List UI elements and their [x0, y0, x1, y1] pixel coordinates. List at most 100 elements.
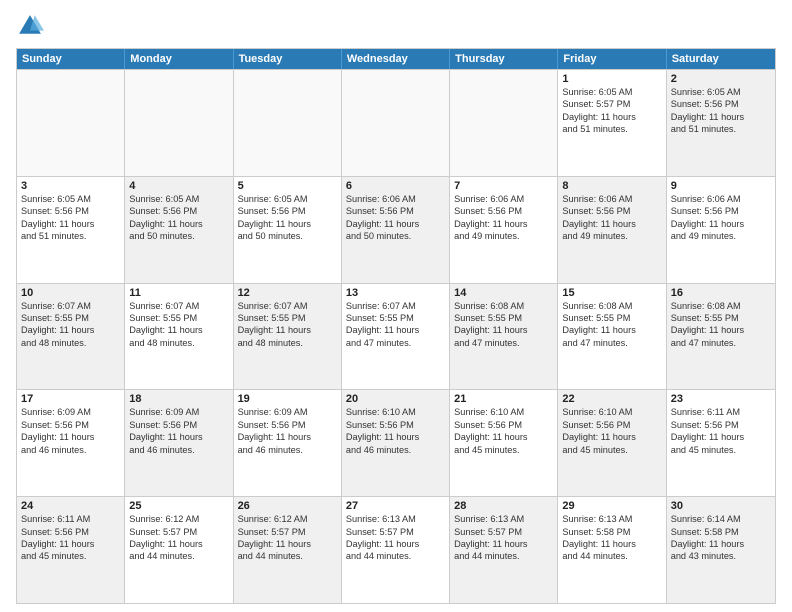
day-info: Sunrise: 6:10 AM Sunset: 5:56 PM Dayligh… — [454, 406, 553, 456]
day-info: Sunrise: 6:05 AM Sunset: 5:56 PM Dayligh… — [21, 193, 120, 243]
calendar-cell: 9Sunrise: 6:06 AM Sunset: 5:56 PM Daylig… — [667, 177, 775, 283]
day-number: 16 — [671, 287, 771, 299]
day-number: 23 — [671, 393, 771, 405]
day-number: 27 — [346, 500, 445, 512]
calendar-cell: 10Sunrise: 6:07 AM Sunset: 5:55 PM Dayli… — [17, 284, 125, 390]
day-info: Sunrise: 6:08 AM Sunset: 5:55 PM Dayligh… — [671, 300, 771, 350]
day-number: 12 — [238, 287, 337, 299]
day-number: 6 — [346, 180, 445, 192]
day-info: Sunrise: 6:08 AM Sunset: 5:55 PM Dayligh… — [562, 300, 661, 350]
day-info: Sunrise: 6:05 AM Sunset: 5:56 PM Dayligh… — [129, 193, 228, 243]
calendar-cell: 19Sunrise: 6:09 AM Sunset: 5:56 PM Dayli… — [234, 390, 342, 496]
calendar-cell: 3Sunrise: 6:05 AM Sunset: 5:56 PM Daylig… — [17, 177, 125, 283]
day-number: 25 — [129, 500, 228, 512]
day-info: Sunrise: 6:12 AM Sunset: 5:57 PM Dayligh… — [238, 513, 337, 563]
calendar-header-cell: Wednesday — [342, 49, 450, 69]
day-info: Sunrise: 6:10 AM Sunset: 5:56 PM Dayligh… — [346, 406, 445, 456]
calendar-header-cell: Monday — [125, 49, 233, 69]
day-info: Sunrise: 6:12 AM Sunset: 5:57 PM Dayligh… — [129, 513, 228, 563]
day-info: Sunrise: 6:09 AM Sunset: 5:56 PM Dayligh… — [21, 406, 120, 456]
logo-icon — [16, 12, 44, 40]
calendar-row: 10Sunrise: 6:07 AM Sunset: 5:55 PM Dayli… — [17, 283, 775, 390]
calendar-cell: 22Sunrise: 6:10 AM Sunset: 5:56 PM Dayli… — [558, 390, 666, 496]
calendar-cell — [450, 70, 558, 176]
logo — [16, 12, 48, 40]
calendar: SundayMondayTuesdayWednesdayThursdayFrid… — [16, 48, 776, 604]
calendar-cell: 25Sunrise: 6:12 AM Sunset: 5:57 PM Dayli… — [125, 497, 233, 603]
calendar-cell: 15Sunrise: 6:08 AM Sunset: 5:55 PM Dayli… — [558, 284, 666, 390]
day-number: 3 — [21, 180, 120, 192]
calendar-cell: 5Sunrise: 6:05 AM Sunset: 5:56 PM Daylig… — [234, 177, 342, 283]
day-number: 11 — [129, 287, 228, 299]
day-number: 30 — [671, 500, 771, 512]
day-info: Sunrise: 6:14 AM Sunset: 5:58 PM Dayligh… — [671, 513, 771, 563]
day-number: 5 — [238, 180, 337, 192]
calendar-cell: 1Sunrise: 6:05 AM Sunset: 5:57 PM Daylig… — [558, 70, 666, 176]
day-info: Sunrise: 6:13 AM Sunset: 5:57 PM Dayligh… — [454, 513, 553, 563]
day-number: 9 — [671, 180, 771, 192]
day-number: 20 — [346, 393, 445, 405]
calendar-header-row: SundayMondayTuesdayWednesdayThursdayFrid… — [17, 49, 775, 69]
calendar-cell: 7Sunrise: 6:06 AM Sunset: 5:56 PM Daylig… — [450, 177, 558, 283]
day-info: Sunrise: 6:06 AM Sunset: 5:56 PM Dayligh… — [346, 193, 445, 243]
calendar-cell: 14Sunrise: 6:08 AM Sunset: 5:55 PM Dayli… — [450, 284, 558, 390]
calendar-cell: 17Sunrise: 6:09 AM Sunset: 5:56 PM Dayli… — [17, 390, 125, 496]
day-number: 4 — [129, 180, 228, 192]
calendar-cell: 24Sunrise: 6:11 AM Sunset: 5:56 PM Dayli… — [17, 497, 125, 603]
day-info: Sunrise: 6:11 AM Sunset: 5:56 PM Dayligh… — [671, 406, 771, 456]
day-number: 13 — [346, 287, 445, 299]
day-number: 28 — [454, 500, 553, 512]
day-info: Sunrise: 6:08 AM Sunset: 5:55 PM Dayligh… — [454, 300, 553, 350]
calendar-cell: 30Sunrise: 6:14 AM Sunset: 5:58 PM Dayli… — [667, 497, 775, 603]
day-number: 15 — [562, 287, 661, 299]
calendar-header-cell: Tuesday — [234, 49, 342, 69]
day-info: Sunrise: 6:07 AM Sunset: 5:55 PM Dayligh… — [21, 300, 120, 350]
calendar-header-cell: Sunday — [17, 49, 125, 69]
day-number: 24 — [21, 500, 120, 512]
day-info: Sunrise: 6:06 AM Sunset: 5:56 PM Dayligh… — [454, 193, 553, 243]
day-number: 1 — [562, 73, 661, 85]
day-number: 8 — [562, 180, 661, 192]
calendar-cell — [342, 70, 450, 176]
header — [16, 12, 776, 40]
calendar-cell — [234, 70, 342, 176]
day-info: Sunrise: 6:05 AM Sunset: 5:57 PM Dayligh… — [562, 86, 661, 136]
day-number: 10 — [21, 287, 120, 299]
day-number: 29 — [562, 500, 661, 512]
calendar-cell: 13Sunrise: 6:07 AM Sunset: 5:55 PM Dayli… — [342, 284, 450, 390]
day-number: 2 — [671, 73, 771, 85]
calendar-row: 24Sunrise: 6:11 AM Sunset: 5:56 PM Dayli… — [17, 496, 775, 603]
day-number: 7 — [454, 180, 553, 192]
calendar-row: 1Sunrise: 6:05 AM Sunset: 5:57 PM Daylig… — [17, 69, 775, 176]
day-info: Sunrise: 6:13 AM Sunset: 5:58 PM Dayligh… — [562, 513, 661, 563]
day-info: Sunrise: 6:09 AM Sunset: 5:56 PM Dayligh… — [238, 406, 337, 456]
day-info: Sunrise: 6:07 AM Sunset: 5:55 PM Dayligh… — [129, 300, 228, 350]
calendar-header-cell: Saturday — [667, 49, 775, 69]
calendar-header-cell: Friday — [558, 49, 666, 69]
day-info: Sunrise: 6:09 AM Sunset: 5:56 PM Dayligh… — [129, 406, 228, 456]
calendar-cell: 18Sunrise: 6:09 AM Sunset: 5:56 PM Dayli… — [125, 390, 233, 496]
calendar-row: 3Sunrise: 6:05 AM Sunset: 5:56 PM Daylig… — [17, 176, 775, 283]
calendar-cell — [17, 70, 125, 176]
day-info: Sunrise: 6:05 AM Sunset: 5:56 PM Dayligh… — [671, 86, 771, 136]
calendar-cell: 6Sunrise: 6:06 AM Sunset: 5:56 PM Daylig… — [342, 177, 450, 283]
day-info: Sunrise: 6:10 AM Sunset: 5:56 PM Dayligh… — [562, 406, 661, 456]
calendar-cell: 8Sunrise: 6:06 AM Sunset: 5:56 PM Daylig… — [558, 177, 666, 283]
calendar-cell: 11Sunrise: 6:07 AM Sunset: 5:55 PM Dayli… — [125, 284, 233, 390]
day-info: Sunrise: 6:13 AM Sunset: 5:57 PM Dayligh… — [346, 513, 445, 563]
calendar-cell: 4Sunrise: 6:05 AM Sunset: 5:56 PM Daylig… — [125, 177, 233, 283]
day-info: Sunrise: 6:07 AM Sunset: 5:55 PM Dayligh… — [346, 300, 445, 350]
day-info: Sunrise: 6:11 AM Sunset: 5:56 PM Dayligh… — [21, 513, 120, 563]
day-info: Sunrise: 6:07 AM Sunset: 5:55 PM Dayligh… — [238, 300, 337, 350]
day-number: 17 — [21, 393, 120, 405]
calendar-cell: 27Sunrise: 6:13 AM Sunset: 5:57 PM Dayli… — [342, 497, 450, 603]
day-number: 19 — [238, 393, 337, 405]
calendar-cell: 26Sunrise: 6:12 AM Sunset: 5:57 PM Dayli… — [234, 497, 342, 603]
calendar-cell: 20Sunrise: 6:10 AM Sunset: 5:56 PM Dayli… — [342, 390, 450, 496]
calendar-header-cell: Thursday — [450, 49, 558, 69]
page: SundayMondayTuesdayWednesdayThursdayFrid… — [0, 0, 792, 612]
day-number: 21 — [454, 393, 553, 405]
calendar-cell: 28Sunrise: 6:13 AM Sunset: 5:57 PM Dayli… — [450, 497, 558, 603]
calendar-cell: 2Sunrise: 6:05 AM Sunset: 5:56 PM Daylig… — [667, 70, 775, 176]
day-info: Sunrise: 6:06 AM Sunset: 5:56 PM Dayligh… — [671, 193, 771, 243]
